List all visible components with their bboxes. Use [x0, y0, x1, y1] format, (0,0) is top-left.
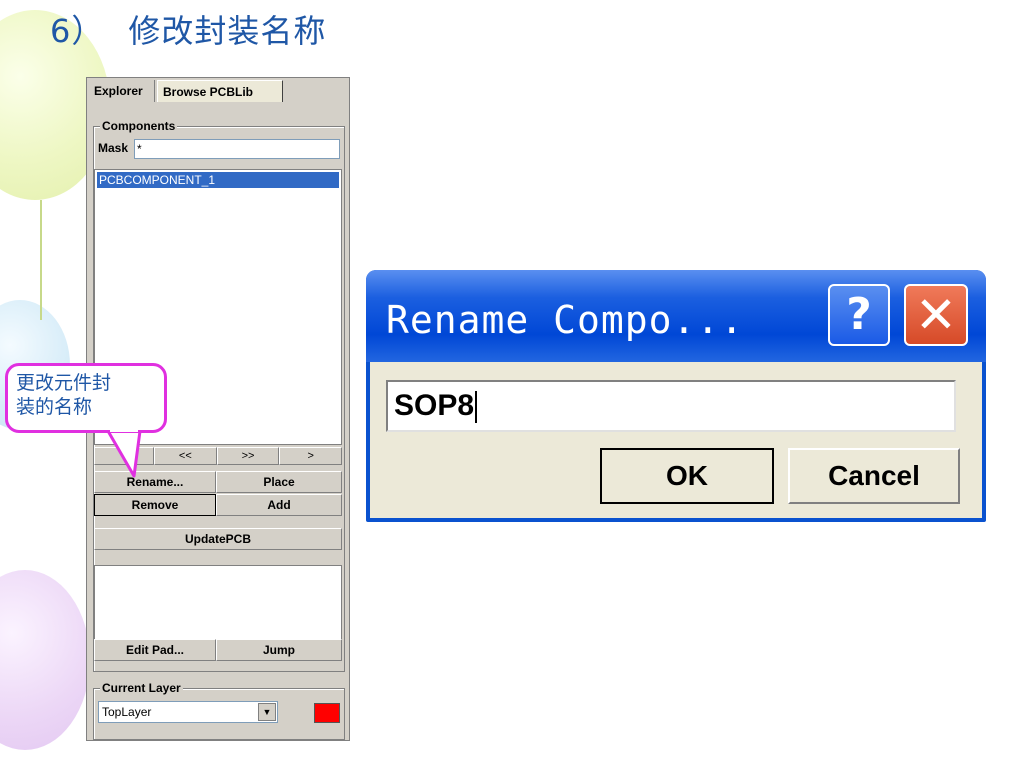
current-layer-group: Current Layer TopLayer ▼: [93, 681, 345, 740]
callout-line-2: 装的名称: [16, 396, 93, 418]
slide-number: 6）: [50, 12, 105, 50]
slide-title: 6） 修改封装名称: [50, 6, 326, 52]
name-input-value: SOP8: [394, 389, 475, 422]
text-caret: [475, 391, 478, 424]
components-label: Components: [100, 119, 178, 133]
balloon-decoration: [0, 570, 90, 750]
chevron-down-icon[interactable]: ▼: [258, 703, 276, 721]
next-button[interactable]: >>: [216, 447, 280, 465]
jump-button[interactable]: Jump: [216, 639, 342, 661]
name-input[interactable]: SOP8: [386, 380, 956, 432]
layer-color-swatch[interactable]: [314, 703, 340, 723]
callout-line-1: 更改元件封: [16, 372, 112, 394]
current-layer-label: Current Layer: [100, 681, 183, 695]
dialog-title: Rename Compo...: [386, 298, 745, 342]
update-pcb-button[interactable]: UpdatePCB: [94, 528, 342, 550]
current-layer-value: TopLayer: [102, 705, 152, 719]
navigation-row: << >> >: [94, 447, 343, 465]
ok-button[interactable]: OK: [600, 448, 774, 504]
balloon-string: [40, 200, 42, 320]
slide-title-text: 修改封装名称: [128, 12, 327, 50]
place-button[interactable]: Place: [216, 471, 342, 493]
pad-list[interactable]: [94, 565, 342, 645]
mask-label: Mask: [98, 141, 129, 155]
previous-button[interactable]: <<: [154, 447, 217, 465]
first-button[interactable]: [94, 447, 154, 465]
tab-explorer[interactable]: Explorer: [89, 80, 155, 102]
cancel-button[interactable]: Cancel: [788, 448, 960, 504]
dialog-body: SOP8 OK Cancel: [370, 362, 982, 518]
remove-button[interactable]: Remove: [94, 494, 216, 516]
current-layer-select[interactable]: TopLayer ▼: [98, 701, 278, 723]
help-icon[interactable]: ?: [828, 284, 890, 346]
tab-browse-pcblib[interactable]: Browse PCBLib: [157, 80, 283, 102]
last-button[interactable]: >: [279, 447, 343, 465]
rename-button[interactable]: Rename...: [94, 471, 216, 493]
add-button[interactable]: Add: [216, 494, 342, 516]
panel-tabs: Explorer Browse PCBLib: [87, 78, 349, 104]
mask-input[interactable]: *: [134, 139, 340, 159]
dialog-titlebar[interactable]: Rename Compo... ? ✕: [366, 270, 986, 362]
list-item-pcbcomponent[interactable]: PCBCOMPONENT_1: [97, 172, 339, 188]
rename-dialog: Rename Compo... ? ✕ SOP8 OK Cancel: [366, 270, 986, 522]
callout-annotation: 更改元件封 装的名称: [5, 363, 167, 433]
close-icon[interactable]: ✕: [904, 284, 968, 346]
edit-pad-button[interactable]: Edit Pad...: [94, 639, 216, 661]
